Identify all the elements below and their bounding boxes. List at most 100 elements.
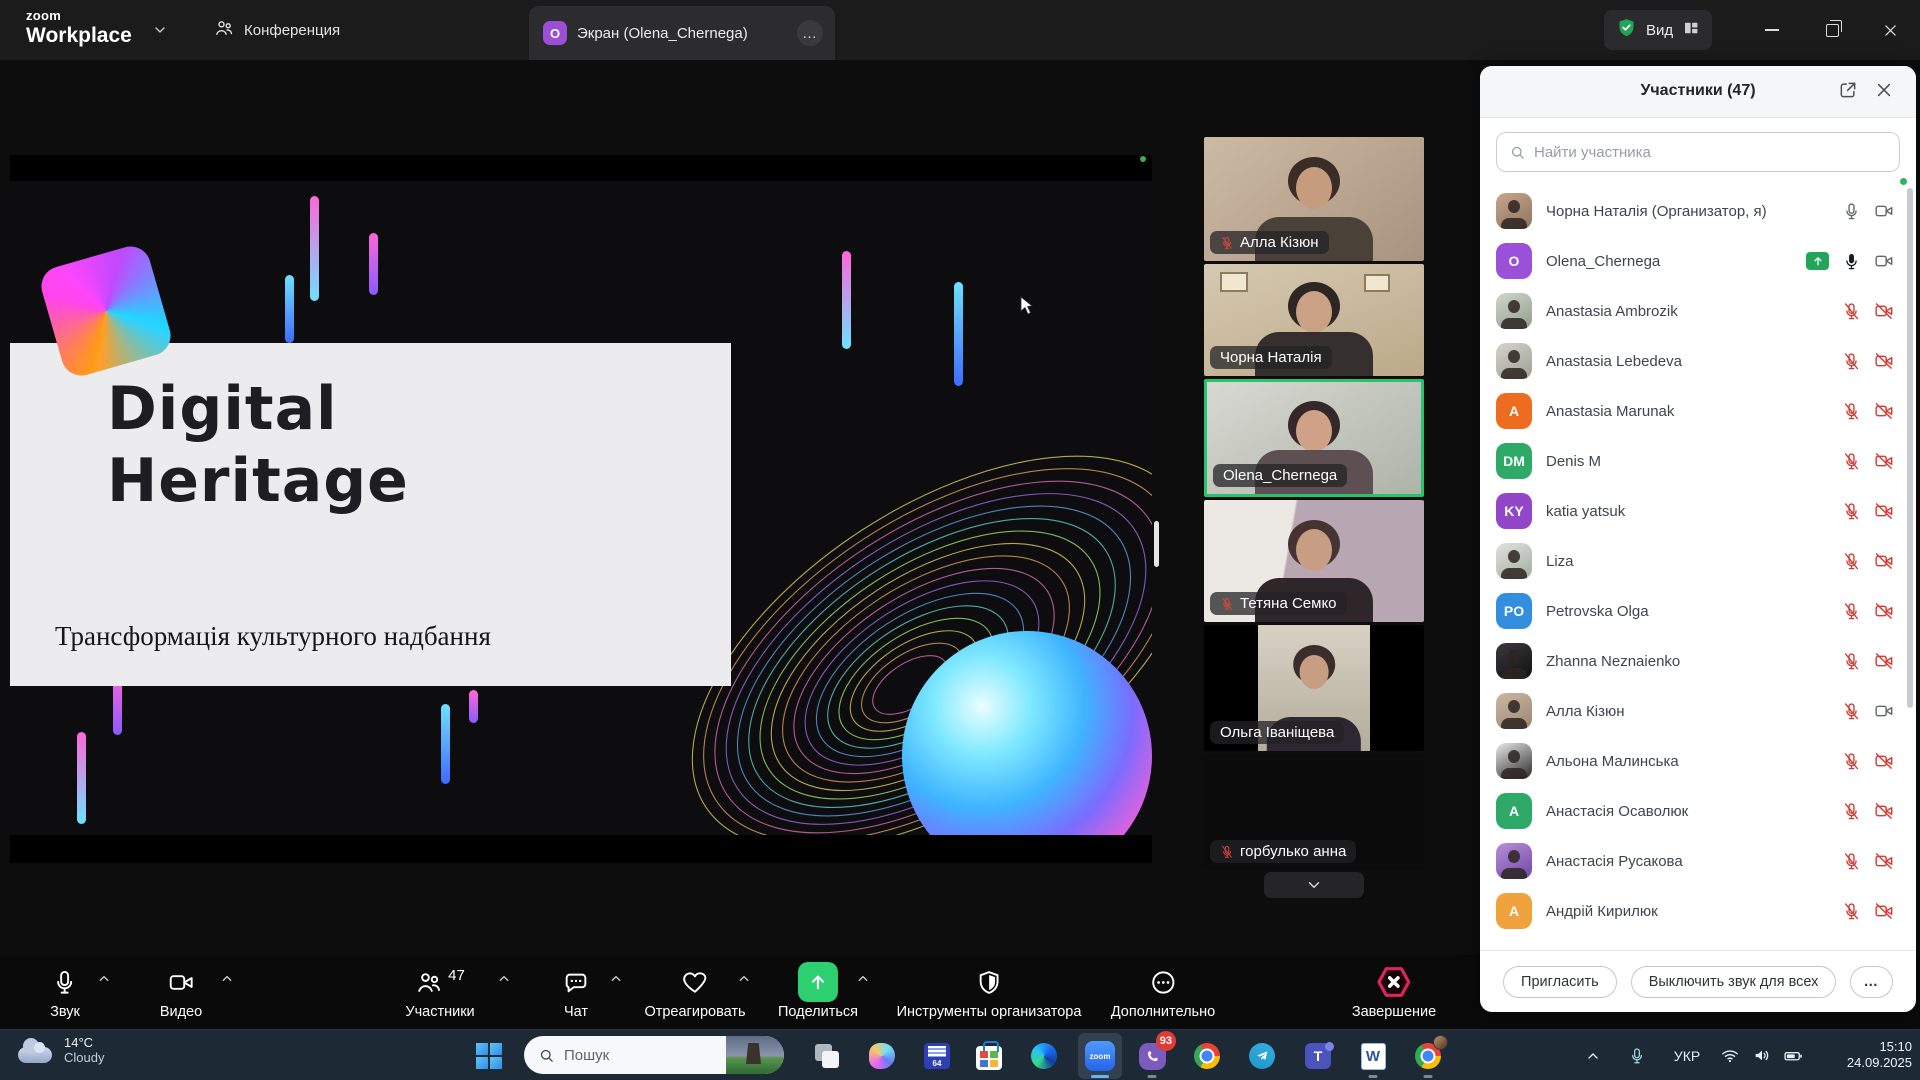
taskbar-app-chrome[interactable] — [1185, 1033, 1229, 1079]
video-tile[interactable]: Чорна Наталія — [1204, 264, 1424, 376]
participant-row[interactable]: Zhanna Neznaienko — [1480, 636, 1906, 686]
view-button[interactable]: Вид — [1604, 10, 1712, 50]
participant-name: Альона Малинська — [1546, 753, 1842, 770]
participant-row[interactable]: Анастасія Русакова — [1480, 836, 1906, 886]
toolbar-chevron-up-icon[interactable] — [856, 971, 871, 991]
toolbar-more-button[interactable]: Дополнительно — [1111, 961, 1215, 1020]
toolbar-shield-button[interactable]: Инструменты организатора — [897, 961, 1082, 1020]
avatar-person — [1501, 568, 1527, 579]
volume-icon[interactable] — [1753, 1030, 1772, 1080]
invite-button[interactable]: Пригласить — [1503, 966, 1617, 998]
weather-widget[interactable]: 14°C Cloudy — [18, 1035, 104, 1065]
participant-row[interactable]: Liza — [1480, 536, 1906, 586]
tile-name-label: Тетяна Семко — [1210, 592, 1347, 615]
footer-more-button[interactable]: … — [1850, 966, 1893, 998]
toolbar-chevron-up-icon[interactable] — [497, 971, 512, 991]
language-indicator[interactable]: УКР — [1674, 1030, 1700, 1080]
participant-name: Anastasia Marunak — [1546, 403, 1842, 420]
toolbar-chat-button[interactable]: Чат — [563, 961, 590, 1020]
avatar-person — [1508, 750, 1520, 763]
participant-row[interactable]: Алла Кізюн — [1480, 686, 1906, 736]
mute-all-button[interactable]: Выключить звук для всех — [1631, 966, 1837, 998]
taskbar-app-zoom[interactable]: zoom — [1078, 1033, 1122, 1079]
end-meeting-icon — [1374, 962, 1414, 1002]
taskbar-app-viber[interactable]: 93 — [1130, 1033, 1174, 1079]
toolbar-label: Отреагировать — [644, 1004, 745, 1020]
wifi-icon[interactable] — [1721, 1030, 1740, 1080]
windows-taskbar: 14°C Cloudy 64 zoom93 TW УКР 15:10 24.09.2… — [0, 1029, 1920, 1080]
participant-status-icons — [1842, 551, 1906, 571]
close-window-button[interactable] — [1872, 12, 1908, 48]
toolbar-heart-button[interactable]: Отреагировать — [644, 961, 745, 1020]
participant-row[interactable]: Чорна Наталія (Организатор, я) — [1480, 186, 1906, 236]
participant-name: katia yatsuk — [1546, 503, 1842, 520]
tab-screen-share[interactable]: O Экран (Olena_Chernega) … — [529, 6, 835, 60]
participant-row[interactable]: AАндрій Кирилюк — [1480, 886, 1906, 936]
clock[interactable]: 15:10 24.09.2025 — [1802, 1039, 1912, 1071]
participant-row[interactable]: OOlena_Chernega — [1480, 236, 1906, 286]
participant-row[interactable]: Anastasia Ambrozik — [1480, 286, 1906, 336]
participant-row[interactable]: POPetrovska Olga — [1480, 586, 1906, 636]
avatar-person — [1501, 318, 1527, 329]
taskbar-search-input[interactable] — [564, 1047, 694, 1064]
close-panel-icon[interactable] — [1874, 80, 1894, 105]
toolbar-mic-button[interactable]: Звук — [50, 961, 80, 1020]
participant-name: Anastasia Ambrozik — [1546, 303, 1842, 320]
video-tile[interactable]: горбулько анна — [1204, 754, 1424, 870]
toolbar-cam-button[interactable]: Видео — [160, 961, 202, 1020]
participant-name: Ольга Іваніщева — [1220, 724, 1334, 741]
slide-scroll-indicator[interactable] — [1154, 521, 1159, 567]
participant-status-icons — [1842, 501, 1906, 521]
toolbar-chevron-up-icon[interactable] — [97, 971, 112, 991]
video-tile[interactable]: Алла Кізюн — [1204, 137, 1424, 261]
taskbar-app-telegram[interactable] — [1240, 1033, 1284, 1079]
toolbar-chevron-up-icon[interactable] — [220, 971, 235, 991]
workspace-chevron-down-icon[interactable] — [152, 22, 168, 43]
participant-row[interactable]: DMDenis M — [1480, 436, 1906, 486]
mouse-cursor — [1020, 296, 1036, 316]
toolbar-chevron-up-icon[interactable] — [609, 971, 624, 991]
participants-scrollbar[interactable] — [1907, 188, 1913, 708]
avatar: A — [1496, 793, 1532, 829]
person-silhouette — [1300, 655, 1329, 689]
participant-row[interactable]: Альона Малинська — [1480, 736, 1906, 786]
taskbar-app-edge[interactable] — [1022, 1033, 1066, 1079]
minimize-button[interactable] — [1754, 12, 1790, 48]
video-tile[interactable]: Тетяна Семко — [1204, 500, 1424, 622]
toolbar-label: Инструменты организатора — [897, 1004, 1082, 1020]
tray-mic-icon[interactable] — [1628, 1030, 1646, 1080]
taskbar-app-store[interactable] — [967, 1033, 1011, 1079]
video-tile[interactable]: Ольга Іваніщева — [1204, 625, 1424, 751]
collapse-tiles-button[interactable] — [1264, 872, 1364, 898]
popout-panel-icon[interactable] — [1838, 80, 1858, 105]
taskbar-app-word[interactable]: W — [1351, 1033, 1395, 1079]
person-silhouette — [1296, 410, 1332, 452]
battery-icon[interactable] — [1783, 1030, 1803, 1080]
restore-button[interactable] — [1814, 12, 1850, 48]
participant-search[interactable] — [1496, 132, 1900, 172]
tab-meeting[interactable]: Конференция — [214, 14, 340, 46]
taskbar-app-fs64[interactable]: 64 — [915, 1033, 959, 1079]
video-tile[interactable]: Olena_Chernega — [1204, 379, 1424, 497]
taskbar-app-chrome-profile[interactable] — [1406, 1033, 1450, 1079]
toolbar-people-button[interactable]: 47Участники — [405, 961, 474, 1020]
toolbar-chevron-up-icon[interactable] — [737, 971, 752, 991]
taskbar-search[interactable] — [524, 1036, 784, 1074]
people-icon: 47 — [415, 961, 465, 1003]
participant-row[interactable]: Anastasia Lebedeva — [1480, 336, 1906, 386]
toolbar-share-button[interactable]: Поделиться — [778, 961, 858, 1020]
taskbar-app-teams[interactable]: T — [1296, 1033, 1340, 1079]
tab-more-button[interactable]: … — [797, 20, 823, 46]
security-shield-icon — [1616, 17, 1637, 43]
participant-search-input[interactable] — [1534, 144, 1887, 161]
toolbar-end-button[interactable]: Завершение — [1352, 961, 1436, 1020]
participant-row[interactable]: AАнастасія Осаволюк — [1480, 786, 1906, 836]
task-view-icon — [815, 1044, 839, 1068]
taskbar-app-task-view[interactable] — [805, 1033, 849, 1079]
participant-row[interactable]: KYkatia yatsuk — [1480, 486, 1906, 536]
taskbar-app-copilot[interactable] — [860, 1033, 904, 1079]
start-button[interactable] — [476, 1043, 502, 1069]
camera-off-icon — [1874, 401, 1894, 421]
participant-row[interactable]: AAnastasia Marunak — [1480, 386, 1906, 436]
tray-chevron-up-icon[interactable] — [1585, 1030, 1601, 1080]
